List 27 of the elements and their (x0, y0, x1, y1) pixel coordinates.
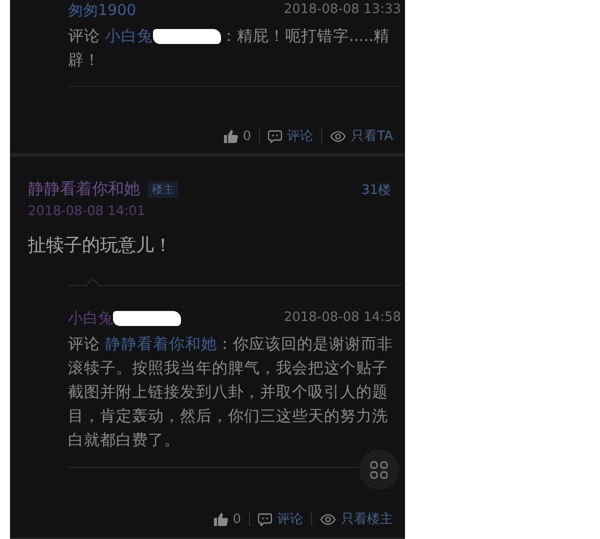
author-name[interactable]: 匆匆1900 (68, 0, 136, 22)
author-name[interactable]: 小白兔 (68, 306, 113, 330)
comment-button[interactable]: 评论 (260, 127, 322, 145)
reply-text: 评论 小白兔 ：精屁！呃打错字.....精辟！ (68, 26, 391, 71)
view-only-button[interactable]: 只看TA (322, 127, 401, 145)
view-only-button[interactable]: 只看楼主 (312, 510, 401, 528)
floor-number: 31楼 (361, 182, 391, 198)
grid-icon (370, 461, 388, 479)
reply-text: 评论 静静看着你和她：你应该回的是谢谢而非滚犊子。按照我当年的脾气，我会把这个贴子截图并附上链接发到八卦，并取个吸引人的题目，肯定轰动，然后，你们三这些天的努力洗白就都白费了。 (68, 334, 394, 451)
speech-bubble-icon (268, 130, 282, 142)
mention-link[interactable]: 静静看着你和她 (104, 335, 217, 353)
comment-button[interactable]: 评论 (250, 510, 311, 528)
grid-menu-button[interactable] (359, 450, 399, 490)
post-date: 2018-08-08 14:01 (28, 204, 146, 219)
thumbs-up-icon (224, 130, 238, 142)
eye-icon (320, 514, 336, 524)
original-poster-badge: 楼主 (148, 181, 178, 198)
speech-bubble-icon (258, 512, 272, 526)
eye-icon (330, 130, 346, 142)
mention-link[interactable]: 小白兔 (104, 27, 153, 45)
timestamp: 2018-08-08 14:58 (284, 309, 402, 327)
timestamp: 2018-08-08 13:33 (284, 1, 402, 19)
thumbs-up-icon (214, 512, 228, 526)
like-button[interactable]: 0 (216, 128, 260, 144)
author-name[interactable]: 静静看着你和她 (28, 179, 140, 200)
post-content: 扯犊子的玩意儿！ (28, 234, 173, 257)
like-button[interactable]: 0 (206, 512, 249, 526)
